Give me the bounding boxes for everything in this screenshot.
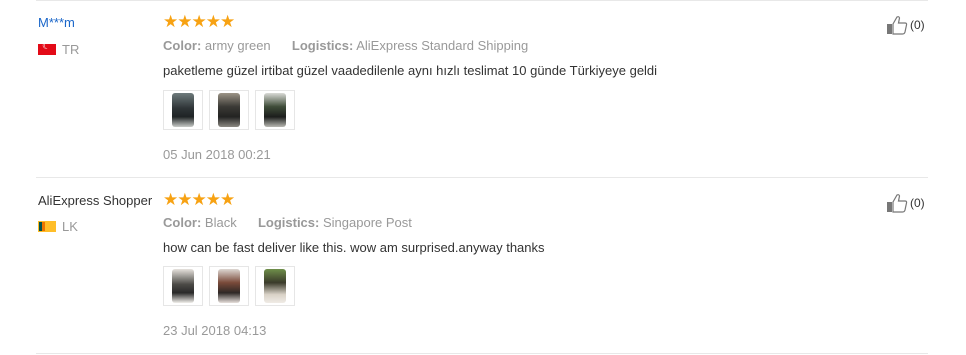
review-photo[interactable] bbox=[255, 90, 295, 130]
review-photos bbox=[163, 266, 295, 306]
helpful-button[interactable]: (0) bbox=[886, 15, 925, 35]
reviewer-country: TR bbox=[38, 41, 80, 57]
color-value: army green bbox=[204, 38, 271, 53]
logistics-value: Singapore Post bbox=[322, 215, 412, 230]
review-item: M***m TR ★★★★★ Color: army green Logisti… bbox=[0, 0, 966, 177]
flag-icon bbox=[38, 221, 56, 232]
review-meta: Color: army green Logistics: AliExpress … bbox=[163, 38, 528, 53]
review-meta: Color: Black Logistics: Singapore Post bbox=[163, 215, 412, 230]
helpful-count: (0) bbox=[910, 18, 925, 32]
thumbs-up-icon bbox=[887, 16, 908, 35]
review-photo[interactable] bbox=[163, 90, 203, 130]
review-photo[interactable] bbox=[163, 266, 203, 306]
review-photo[interactable] bbox=[209, 90, 249, 130]
star-rating: ★★★★★ bbox=[163, 12, 235, 31]
helpful-button[interactable]: (0) bbox=[886, 193, 925, 213]
review-photos bbox=[163, 90, 295, 130]
color-label: Color: bbox=[163, 38, 202, 53]
logistics-label: Logistics: bbox=[291, 38, 354, 53]
logistics-label: Logistics: bbox=[257, 215, 320, 230]
review-text: how can be fast deliver like this. wow a… bbox=[163, 240, 545, 255]
thumbs-up-icon bbox=[887, 194, 908, 213]
country-code: TR bbox=[62, 42, 80, 57]
review-item: AliExpress Shopper LK ★★★★★ Color: Black… bbox=[0, 177, 966, 353]
review-date: 23 Jul 2018 04:13 bbox=[163, 323, 267, 338]
review-date: 05 Jun 2018 00:21 bbox=[163, 147, 271, 162]
review-photo[interactable] bbox=[209, 266, 249, 306]
flag-icon bbox=[38, 41, 56, 55]
divider bbox=[36, 353, 928, 354]
logistics-value: AliExpress Standard Shipping bbox=[356, 38, 529, 53]
review-text: paketleme güzel irtibat güzel vaadedilen… bbox=[163, 63, 658, 78]
reviewer-name[interactable]: AliExpress Shopper bbox=[38, 193, 152, 208]
country-code: LK bbox=[62, 219, 78, 234]
reviewer-country: LK bbox=[38, 219, 78, 234]
color-value: Black bbox=[204, 215, 237, 230]
color-label: Color: bbox=[163, 215, 202, 230]
star-rating: ★★★★★ bbox=[163, 190, 235, 209]
review-photo[interactable] bbox=[255, 266, 295, 306]
reviewer-name[interactable]: M***m bbox=[38, 15, 75, 30]
helpful-count: (0) bbox=[910, 196, 925, 210]
